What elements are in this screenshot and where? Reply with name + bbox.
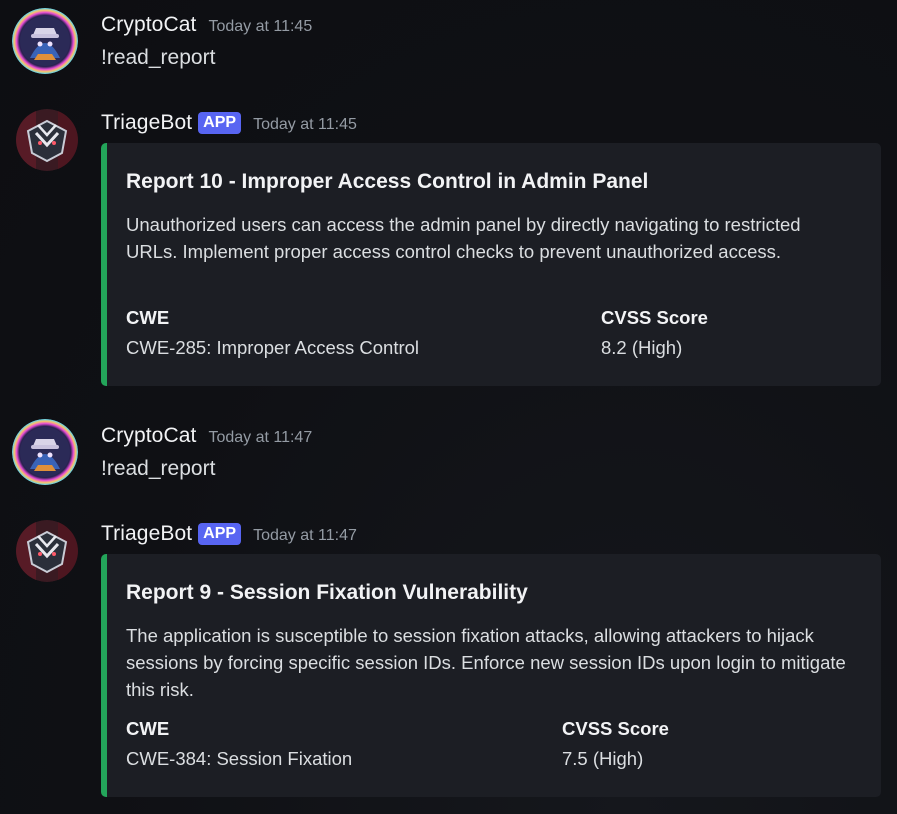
username[interactable]: CryptoCat — [101, 13, 196, 37]
message-header: TriageBot APP Today at 11:47 — [101, 522, 357, 546]
message-header: CryptoCat Today at 11:45 — [101, 13, 312, 37]
timestamp[interactable]: Today at 11:47 — [253, 527, 357, 545]
field-cvss-value: 8.2 (High) — [601, 337, 683, 358]
username[interactable]: TriageBot — [101, 522, 192, 546]
triagebot-avatar-icon[interactable] — [16, 109, 78, 171]
embed-title: Report 9 - Session Fixation Vulnerabilit… — [126, 581, 528, 604]
field-cvss-value: 7.5 (High) — [562, 748, 644, 769]
report-embed: Report 10 - Improper Access Control in A… — [101, 143, 881, 386]
app-badge: APP — [198, 112, 242, 134]
timestamp[interactable]: Today at 11:45 — [208, 18, 312, 36]
cat-avatar-icon[interactable] — [12, 8, 78, 74]
report-embed: Report 9 - Session Fixation Vulnerabilit… — [101, 554, 881, 797]
message-header: TriageBot APP Today at 11:45 — [101, 111, 357, 135]
message-text: !read_report — [101, 457, 216, 480]
embed-title: Report 10 - Improper Access Control in A… — [126, 170, 649, 193]
app-badge: APP — [198, 523, 242, 545]
field-cvss-name: CVSS Score — [562, 718, 669, 739]
embed-description: The application is susceptible to sessio… — [126, 625, 846, 700]
field-cwe-value: CWE-285: Improper Access Control — [126, 337, 420, 358]
embed-description: Unauthorized users can access the admin … — [126, 214, 801, 262]
message-text: !read_report — [101, 46, 216, 69]
message-header: CryptoCat Today at 11:47 — [101, 424, 312, 448]
username[interactable]: CryptoCat — [101, 424, 196, 448]
cat-avatar-icon[interactable] — [12, 419, 78, 485]
timestamp[interactable]: Today at 11:47 — [208, 429, 312, 447]
triagebot-avatar-icon[interactable] — [16, 520, 78, 582]
username[interactable]: TriageBot — [101, 111, 192, 135]
field-cwe-name: CWE — [126, 718, 170, 739]
field-cwe-value: CWE-384: Session Fixation — [126, 748, 353, 769]
field-cwe-name: CWE — [126, 307, 170, 328]
field-cvss-name: CVSS Score — [601, 307, 708, 328]
timestamp[interactable]: Today at 11:45 — [253, 116, 357, 134]
